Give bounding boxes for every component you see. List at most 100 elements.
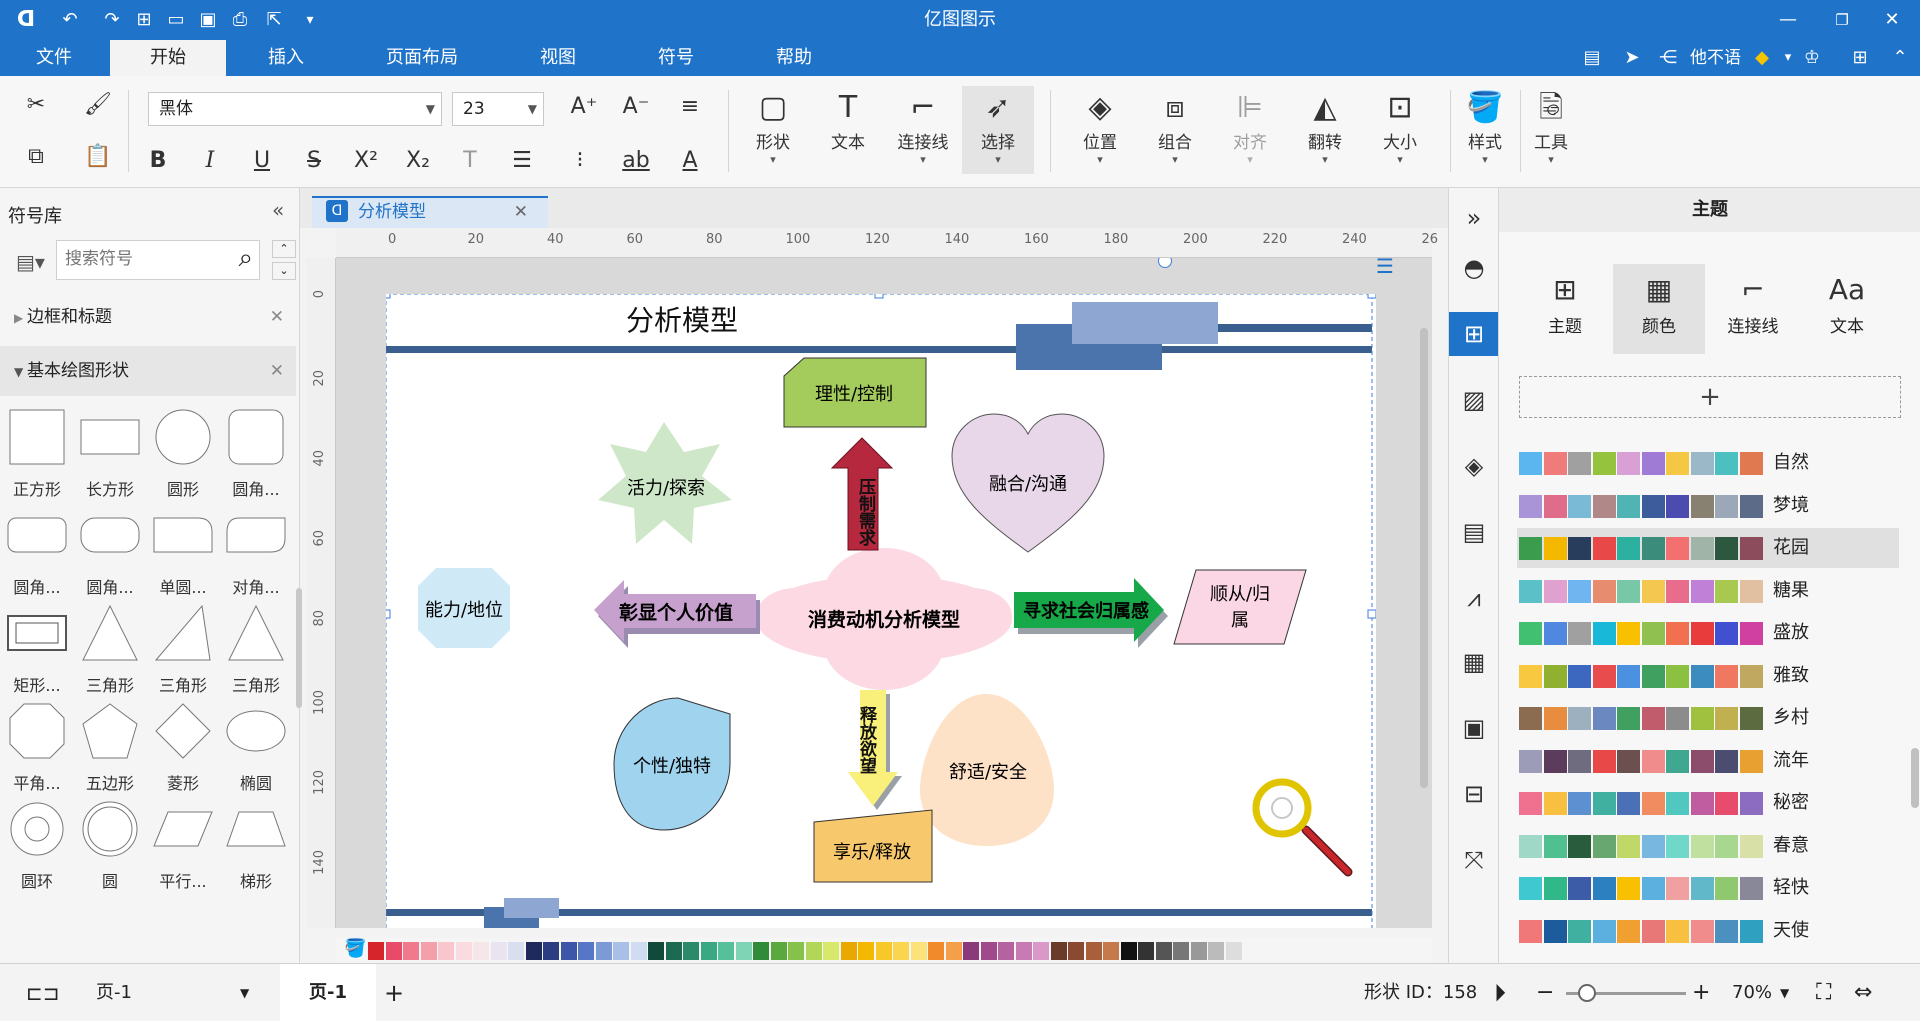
document-tab[interactable]: ᗡ 分析模型 ✕	[312, 196, 548, 228]
palette-swatch[interactable]	[840, 942, 857, 960]
canvas-v-scrollbar[interactable]	[1420, 328, 1428, 788]
tool-position[interactable]: ◈ 位置 ▾	[1067, 86, 1133, 174]
color-scheme-12[interactable]: 天使	[1517, 911, 1899, 951]
scroll-down-icon[interactable]: ⌄	[272, 262, 296, 280]
palette-swatch[interactable]	[858, 942, 874, 960]
zoom-slider-thumb[interactable]	[1578, 984, 1596, 1002]
italic-icon[interactable]: I	[192, 146, 228, 178]
tool-align[interactable]: ⊫ 对齐 ▾	[1217, 86, 1283, 174]
user-name[interactable]: 他不语	[1690, 40, 1741, 76]
menu-page-layout[interactable]: 页面布局	[370, 40, 474, 76]
palette-swatch[interactable]	[1225, 942, 1242, 960]
color-scheme-7[interactable]: 乡村	[1517, 698, 1899, 738]
library-menu-icon[interactable]: ▤▾	[16, 250, 45, 274]
color-scheme-6[interactable]: 雅致	[1517, 656, 1899, 696]
theme-icon[interactable]: ⊞	[1449, 312, 1499, 356]
tab-theme[interactable]: ⊞ 主题	[1519, 264, 1611, 354]
comment-icon[interactable]: ▤	[1580, 46, 1604, 70]
decrease-font-icon[interactable]: A⁻	[618, 92, 654, 124]
skin-icon[interactable]: ♔	[1800, 46, 1824, 70]
shape-item[interactable]: 平行...	[148, 798, 218, 892]
palette-swatch[interactable]	[928, 942, 944, 960]
shape-item[interactable]: 平角...	[2, 700, 72, 794]
palette-swatch[interactable]	[648, 942, 664, 960]
palette-swatch[interactable]	[420, 942, 437, 960]
palette-swatch[interactable]	[490, 942, 507, 960]
palette-swatch[interactable]	[1190, 942, 1207, 960]
page-icon[interactable]: ▤	[1449, 510, 1499, 554]
tool-text[interactable]: T 文本	[815, 86, 881, 174]
search-icon[interactable]: ⌕	[238, 243, 253, 274]
scroll-up-icon[interactable]: ⌃	[272, 240, 296, 258]
fullscreen-icon[interactable]: ⛶	[1816, 964, 1831, 1021]
palette-swatch[interactable]	[560, 942, 577, 960]
palette-swatch[interactable]	[403, 942, 419, 960]
palette-swatch[interactable]	[805, 942, 822, 960]
palette-swatch[interactable]	[823, 942, 839, 960]
palette-swatch[interactable]	[910, 942, 927, 960]
restore-icon[interactable]: ❐	[1830, 8, 1854, 32]
category-basic-shapes[interactable]: ▼ 基本绘图形状 ✕	[0, 346, 296, 396]
apps-icon[interactable]: ⊞	[1848, 46, 1872, 70]
palette-swatch[interactable]	[368, 942, 384, 960]
palette-swatch[interactable]	[385, 942, 402, 960]
font-name-select[interactable]: 黑体 ▼	[148, 92, 442, 126]
palette-swatch[interactable]	[1050, 942, 1067, 960]
shape-item[interactable]: 正方形	[2, 406, 72, 500]
page-panel-icon[interactable]: ⊏⊐	[26, 964, 60, 1021]
color-scheme-2[interactable]: 梦境	[1517, 486, 1899, 526]
palette-swatch[interactable]	[1208, 942, 1224, 960]
underline-icon[interactable]: U	[244, 146, 280, 178]
cut-icon[interactable]: ✂	[18, 90, 54, 122]
palette-swatch[interactable]	[980, 942, 997, 960]
text-case-icon[interactable]: T	[452, 146, 488, 178]
palette-swatch[interactable]	[1155, 942, 1172, 960]
copy-icon[interactable]: ⧉	[18, 142, 54, 174]
tool-shape[interactable]: ▢ 形状 ▾	[740, 86, 806, 174]
shape-item[interactable]: 三角形	[221, 602, 291, 696]
palette-swatch[interactable]	[613, 942, 629, 960]
zoom-out-icon[interactable]: −	[1536, 964, 1554, 1021]
menu-symbol[interactable]: 符号	[636, 40, 716, 76]
fill-bucket-icon[interactable]: 🪣	[344, 938, 366, 959]
paste-icon[interactable]: 📋	[80, 142, 116, 174]
shape-item[interactable]: 三角形	[148, 602, 218, 696]
page-select[interactable]: 页-1	[96, 964, 132, 1021]
palette-swatch[interactable]	[963, 942, 979, 960]
color-scheme-10[interactable]: 春意	[1517, 826, 1899, 866]
drawing-canvas[interactable]: 分析模型 消费动机分析模型 理性/控制 压制需求 活力/探索 融合/沟通 能力/…	[336, 258, 1432, 928]
shape-item[interactable]: 长方形	[75, 406, 145, 500]
rotate-handle[interactable]	[1158, 258, 1172, 268]
shape-item[interactable]: 单圆...	[148, 504, 218, 598]
color-scheme-4[interactable]: 糖果	[1517, 571, 1899, 611]
palette-swatch[interactable]	[543, 942, 559, 960]
category-borders-titles[interactable]: ▶ 边框和标题 ✕	[0, 292, 296, 342]
palette-swatch[interactable]	[595, 942, 612, 960]
palette-swatch[interactable]	[788, 942, 804, 960]
shuffle-icon[interactable]: ⤧	[1449, 838, 1499, 882]
palette-swatch[interactable]	[630, 942, 647, 960]
format-painter-icon[interactable]: 🖌	[80, 90, 116, 122]
tool-group[interactable]: ⧈ 组合 ▾	[1142, 86, 1208, 174]
palette-swatch[interactable]	[1068, 942, 1084, 960]
shape-item[interactable]: 圆环	[2, 798, 72, 892]
tab-text[interactable]: Aa 文本	[1801, 264, 1893, 354]
diagram-page[interactable]: 分析模型 消费动机分析模型 理性/控制 压制需求 活力/探索 融合/沟通 能力/…	[381, 289, 1377, 928]
superscript-icon[interactable]: X²	[348, 146, 384, 178]
close-tab-icon[interactable]: ✕	[514, 198, 528, 226]
color-scheme-1[interactable]: 自然	[1517, 443, 1899, 483]
collapse-ribbon-icon[interactable]: ⌃	[1888, 46, 1912, 70]
palette-swatch[interactable]	[473, 942, 489, 960]
shape-item[interactable]: 圆形	[148, 406, 218, 500]
color-scheme-5[interactable]: 盛放	[1517, 613, 1899, 653]
send-icon[interactable]: ➤	[1620, 46, 1644, 70]
add-color-scheme-button[interactable]: +	[1519, 376, 1901, 418]
fit-width-icon[interactable]: ⇔	[1854, 964, 1872, 1021]
page-tab[interactable]: 页-1	[280, 964, 376, 1021]
color-scheme-9[interactable]: 秘密	[1517, 783, 1899, 823]
subscript-icon[interactable]: X₂	[400, 146, 436, 178]
color-scheme-8[interactable]: 流年	[1517, 741, 1899, 781]
palette-swatch[interactable]	[875, 942, 892, 960]
symbol-search-input[interactable]	[57, 241, 207, 277]
outline-icon[interactable]: ▣	[1449, 706, 1499, 750]
